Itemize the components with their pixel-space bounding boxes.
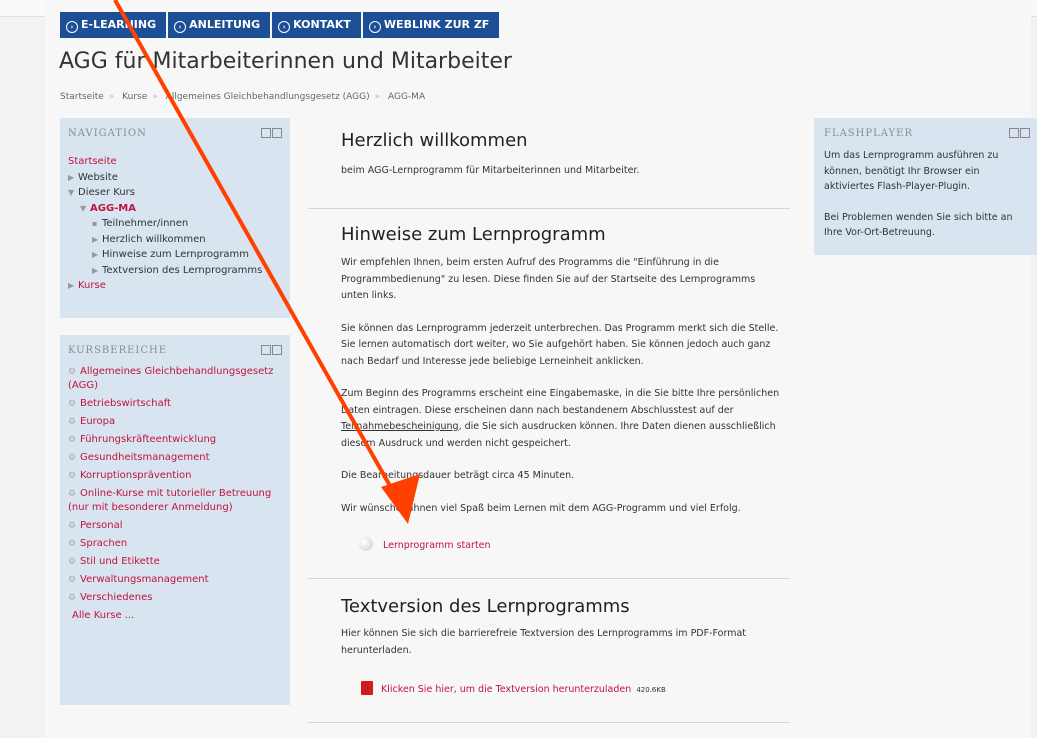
welcome-section: Herzlich willkommen beim AGG-Lernprogram…: [341, 130, 781, 180]
category-icon: ⚙: [68, 521, 77, 531]
flashplayer-help-text: Bei Problemen wenden Sie sich bitte an I…: [824, 211, 1013, 239]
bullet-icon: ▪: [92, 219, 98, 228]
navigation-heading: NAVIGATION: [68, 128, 147, 139]
navigation-block: NAVIGATION Startseite ▶ Website ▼ Dieser K…: [60, 118, 290, 318]
category-item[interactable]: ⚙ Korruptionsprävention: [68, 467, 286, 485]
category-icon: ⚙: [68, 557, 77, 567]
dock-icon[interactable]: [1020, 128, 1030, 138]
section-divider: [308, 208, 790, 209]
hints-paragraph-3: Zum Beginn des Programms erscheint eine …: [341, 388, 780, 449]
hints-closing: Wir wünschen Ihnen viel Spaß beim Lernen…: [341, 502, 741, 514]
circle-arrow-icon: ›: [278, 21, 291, 33]
hints-heading: Hinweise zum Lernprogramm: [341, 224, 606, 245]
chevron-right-icon: ▶: [92, 234, 99, 244]
flashplayer-block: FLASHPLAYER Um das Lernprogramm ausführe…: [814, 118, 1037, 255]
hints-section: Hinweise zum Lernprogramm Wir empfehlen …: [341, 224, 781, 551]
category-icon: ⚙: [68, 417, 77, 427]
minimize-icon[interactable]: [261, 345, 271, 355]
category-item[interactable]: ⚙ Europa: [68, 413, 286, 431]
nav-textversion[interactable]: Textversion des Lernprogramms: [102, 265, 262, 276]
breadcrumb-category[interactable]: Allgemeines Gleichbehandlungsgesetz (AGG…: [166, 92, 370, 102]
chevron-right-icon: ▶: [92, 250, 99, 259]
category-item[interactable]: ⚙ Gesundheitsmanagement: [68, 449, 286, 467]
kursbereiche-block: KURSBEREICHE ⚙ Allgemeines Gleichbehandlu…: [60, 335, 290, 705]
hints-duration: Die Bearbeitungsdauer beträgt circa 45 M…: [341, 470, 575, 481]
textversion-section: Textversion des Lernprogramms Hier könne…: [341, 596, 781, 695]
category-icon: ⚙: [68, 453, 77, 463]
chevron-down-icon: ▼: [68, 188, 75, 197]
category-item[interactable]: ⚙ Verschiedenes: [68, 589, 286, 607]
nav-home[interactable]: Startseite: [68, 154, 262, 170]
textversion-heading: Textversion des Lernprogramms: [341, 596, 630, 617]
nav-welcome[interactable]: Herzlich willkommen: [102, 234, 206, 245]
dock-icon[interactable]: [272, 128, 282, 138]
breadcrumb-courses[interactable]: Kurse: [122, 92, 147, 102]
tab-kontakt[interactable]: › KONTAKT: [272, 12, 361, 38]
circle-arrow-icon: ›: [368, 21, 381, 33]
all-courses-link[interactable]: Alle Kurse ...: [68, 607, 286, 625]
nav-dieser-kurs[interactable]: Dieser Kurs: [78, 187, 135, 198]
minimize-icon[interactable]: [1009, 128, 1019, 138]
nav-participants[interactable]: Teilnehmer/innen: [102, 218, 188, 229]
hints-paragraph-2: Sie können das Lernprogramm jederzeit un…: [341, 322, 779, 367]
breadcrumb-current: AGG-MA: [387, 92, 426, 102]
textversion-text: Hier können Sie sich die barrierefreie T…: [341, 628, 746, 656]
section-divider: [308, 722, 790, 723]
category-icon: ⚙: [68, 367, 77, 377]
tab-weblink[interactable]: › WEBLINK ZUR ZF: [362, 12, 500, 38]
download-link[interactable]: Klicken Sie hier, um die Textversion her…: [381, 684, 631, 695]
circle-arrow-icon: ›: [174, 21, 187, 33]
category-item[interactable]: ⚙ Betriebswirtschaft: [68, 395, 286, 413]
minimize-icon[interactable]: [261, 128, 271, 138]
category-item[interactable]: ⚙ Allgemeines Gleichbehandlungsgesetz (AG…: [68, 363, 286, 395]
category-item[interactable]: ⚙ Online-Kurse mit tutorieller Betreuung …: [68, 485, 286, 517]
file-size: 420.6KB: [636, 686, 666, 694]
circle-arrow-icon: ›: [66, 21, 78, 33]
tab-e-learning[interactable]: › E-LEARNING: [60, 12, 167, 38]
category-icon: ⚙: [68, 435, 77, 445]
flashplayer-text: Um das Lernprogramm ausführen zu können,…: [824, 150, 999, 192]
page-title: AGG für Mitarbeiterinnen und Mitarbeiter: [59, 49, 512, 74]
category-icon: ⚙: [68, 489, 77, 499]
program-icon: [359, 537, 373, 551]
category-item[interactable]: ⚙ Personal: [68, 517, 286, 535]
category-item[interactable]: ⚙ Führungskräfteentwicklung: [68, 431, 286, 449]
nav-courses[interactable]: Kurse: [78, 280, 106, 291]
block-controls[interactable]: [260, 345, 282, 355]
category-item[interactable]: ⚙ Verwaltungsmanagement: [68, 571, 286, 589]
breadcrumb: Startseite» Kurse» Allgemeines Gleichbeh…: [60, 92, 426, 102]
hints-paragraph-1: Wir empfehlen Ihnen, beim ersten Aufruf …: [341, 257, 756, 301]
category-item[interactable]: ⚙ Stil und Etikette: [68, 553, 286, 571]
flashplayer-heading: FLASHPLAYER: [824, 128, 913, 139]
chevron-right-icon: ▶: [68, 281, 75, 290]
start-program-row: Lernprogramm starten: [359, 537, 781, 551]
block-controls[interactable]: [260, 128, 282, 138]
certificate-link[interactable]: Teilnahmebescheinigung: [341, 421, 459, 432]
nav-current-course[interactable]: AGG-MA: [90, 203, 136, 214]
chevron-right-icon: ▶: [68, 172, 75, 182]
chevron-right-icon: ▶: [92, 265, 99, 275]
welcome-heading: Herzlich willkommen: [341, 130, 528, 151]
pdf-icon: [361, 681, 373, 695]
top-navigation-bar: › E-LEARNING › ANLEITUNG › KONTAKT › WEBLINK…: [60, 12, 501, 38]
block-controls[interactable]: [1008, 128, 1030, 138]
category-icon: ⚙: [68, 539, 77, 549]
nav-hints[interactable]: Hinweise zum Lernprogramm: [102, 249, 249, 260]
tab-anleitung[interactable]: › ANLEITUNG: [168, 12, 271, 38]
category-icon: ⚙: [68, 471, 77, 481]
chevron-down-icon: ▼: [80, 203, 87, 213]
section-divider: [308, 578, 790, 579]
category-icon: ⚙: [68, 575, 77, 585]
category-item[interactable]: ⚙ Sprachen: [68, 535, 286, 553]
start-program-link[interactable]: Lernprogramm starten: [383, 540, 491, 551]
download-row: Klicken Sie hier, um die Textversion her…: [361, 681, 781, 695]
kursbereiche-heading: KURSBEREICHE: [68, 345, 168, 356]
nav-website[interactable]: Website: [78, 172, 118, 183]
dock-icon[interactable]: [272, 345, 282, 355]
category-icon: ⚙: [68, 593, 77, 603]
category-icon: ⚙: [68, 399, 77, 409]
breadcrumb-home[interactable]: Startseite: [60, 92, 104, 102]
welcome-text: beim AGG-Lernprogramm für Mitarbeiterinn…: [341, 165, 640, 176]
